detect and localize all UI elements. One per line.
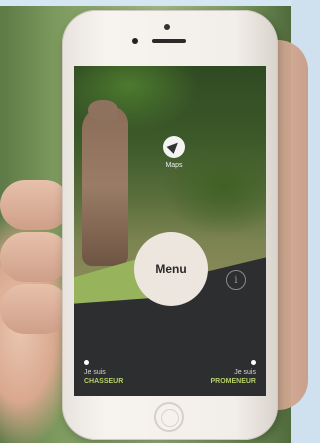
menu-button[interactable]: Menu [134,232,208,306]
left-finger [0,284,70,334]
home-button-ring [161,409,179,427]
menu-label: Menu [155,262,187,276]
maps-label: Maps [165,162,183,169]
choice-chasseur[interactable]: Je suis CHASSEUR [84,360,123,386]
deer-head [88,100,118,122]
front-camera [132,38,138,44]
selection-dot [251,360,256,365]
maps-button[interactable]: Maps [154,136,194,180]
choice-prefix: Je suis [234,369,256,376]
app-screen: Maps Menu i Je suis CHASSEUR Je suis PRO… [74,66,266,396]
info-icon: i [234,274,238,286]
choice-promeneur[interactable]: Je suis PROMENEUR [210,360,256,386]
choice-prefix: Je suis [84,369,106,376]
phone-proximity-sensor [164,24,170,30]
left-finger [0,232,70,282]
info-button[interactable]: i [226,270,246,290]
choice-role: PROMENEUR [210,378,256,385]
home-button[interactable] [154,402,184,432]
top-strip [0,0,291,6]
left-finger [0,180,70,230]
earpiece-speaker [152,39,186,43]
navigation-arrow-icon [163,136,185,158]
deer-body [82,106,128,266]
selection-dot [84,360,89,365]
phone-device: Maps Menu i Je suis CHASSEUR Je suis PRO… [62,10,278,440]
choice-role: CHASSEUR [84,378,124,385]
